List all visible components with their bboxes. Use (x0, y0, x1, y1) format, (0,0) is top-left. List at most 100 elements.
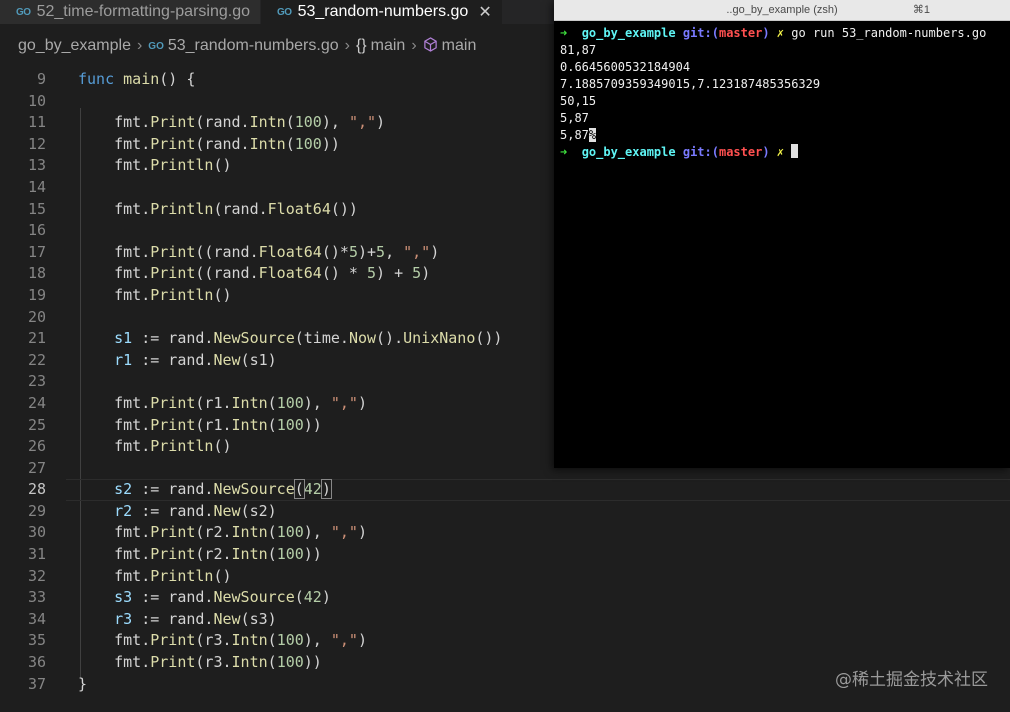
code-token: 100 (276, 545, 304, 564)
breadcrumb-package[interactable]: main (371, 37, 406, 55)
prompt-dirty-icon: ✗ (776, 145, 785, 159)
code-token: ), (303, 393, 331, 412)
line-number: 31 (27, 545, 46, 564)
code-token: fmt. (78, 437, 151, 456)
code-token: Intn (231, 631, 268, 650)
namespace-braces-icon: {} (355, 37, 367, 54)
code-token: := rand. (132, 609, 214, 628)
code-token: (s2) (240, 501, 277, 520)
code-token: } (78, 674, 88, 693)
code-token: Intn (249, 134, 286, 153)
code-line[interactable]: 34 r3 := rand.New(s3) (0, 609, 1010, 631)
code-token: fmt. (78, 393, 151, 412)
code-token: := rand. (132, 350, 214, 369)
prompt-arrow-icon: ➜ (560, 145, 568, 159)
code-token: ()) (330, 199, 358, 218)
line-text: s3 := rand.NewSource(42) (78, 587, 331, 609)
tab-time-formatting-parsing[interactable]: GO 52_time-formatting-parsing.go (0, 0, 261, 24)
code-token: (time. (294, 329, 349, 348)
terminal-prompt-line: ➜ go_by_example git:(master) ✗ go run 53… (560, 25, 1010, 42)
code-token: s2 (78, 480, 133, 499)
code-token: (r3. (195, 631, 232, 650)
prompt-branch: master (718, 26, 763, 40)
code-line[interactable]: 31 fmt.Print(r2.Intn(100)) (0, 544, 1010, 566)
code-token: New (213, 350, 241, 369)
code-token: ()* (321, 242, 349, 261)
code-token: ( (285, 113, 295, 132)
line-text: fmt.Print((rand.Float64()*5)+5, ",") (78, 242, 439, 264)
code-line[interactable]: 35 fmt.Print(r3.Intn(100), ",") (0, 630, 1010, 652)
code-token: ) (357, 631, 367, 650)
code-token: fmt. (78, 199, 151, 218)
code-token: () * (321, 264, 367, 283)
line-text: fmt.Print(r3.Intn(100)) (78, 652, 322, 674)
code-token: fmt. (78, 285, 151, 304)
code-token: 42 (303, 480, 322, 499)
code-line[interactable]: 32 fmt.Println() (0, 566, 1010, 588)
line-text: fmt.Println() (78, 566, 232, 588)
code-token: (r1. (195, 393, 232, 412)
tab-label: 53_random-numbers.go (297, 3, 469, 20)
code-token: UnixNano (403, 329, 476, 348)
code-token: 5 (376, 242, 386, 261)
code-token: r3 (78, 609, 133, 628)
code-token: ((rand. (195, 264, 259, 283)
code-token: (rand. (213, 199, 268, 218)
code-token: (s1) (240, 350, 277, 369)
terminal-output-line: 7.1885709359349015,7.123187485356329 (560, 77, 821, 91)
line-text: fmt.Println(rand.Float64()) (78, 199, 358, 221)
code-token: (r2. (195, 523, 232, 542)
breadcrumb-file[interactable]: 53_random-numbers.go (168, 37, 339, 55)
code-token: fmt. (78, 566, 151, 585)
code-token: ( (267, 545, 277, 564)
code-token: 100 (294, 134, 322, 153)
code-token: 5 (412, 264, 422, 283)
line-text: fmt.Print(rand.Intn(100), ",") (78, 112, 385, 134)
code-line[interactable]: 30 fmt.Print(r2.Intn(100), ",") (0, 522, 1010, 544)
close-icon[interactable]: ✕ (478, 2, 491, 22)
breadcrumb-folder[interactable]: go_by_example (18, 37, 131, 55)
code-token: "," (330, 393, 358, 412)
code-token: NewSource (213, 329, 295, 348)
line-text: fmt.Print(r1.Intn(100), ",") (78, 393, 367, 415)
code-token: New (213, 501, 241, 520)
chevron-right-icon: › (411, 37, 417, 54)
line-text: fmt.Println() (78, 155, 231, 177)
code-token: Println (150, 285, 214, 304)
code-token: ()) (475, 329, 503, 348)
terminal-output[interactable]: ➜ go_by_example git:(master) ✗ go run 53… (554, 21, 1010, 161)
code-line[interactable]: 33 s3 := rand.NewSource(42) (0, 587, 1010, 609)
terminal-window[interactable]: ..go_by_example (zsh) ⌘1 ➜ go_by_example… (554, 0, 1010, 468)
code-token: ( (267, 415, 277, 434)
watermark: @稀土掘金技术社区 (835, 670, 988, 690)
prompt-git: git:( (682, 26, 719, 40)
tab-random-numbers[interactable]: GO 53_random-numbers.go ✕ (261, 0, 503, 24)
code-token: (r3. (195, 653, 232, 672)
code-token: "," (348, 113, 377, 132)
code-token: fmt. (78, 653, 151, 672)
line-text: fmt.Println() (78, 285, 231, 307)
code-token: 5 (348, 242, 358, 261)
code-line[interactable]: 29 r2 := rand.New(s2) (0, 501, 1010, 523)
code-token: () (213, 566, 232, 585)
code-token: (). (376, 329, 404, 348)
line-number: 29 (27, 501, 46, 520)
code-token: fmt. (78, 113, 151, 132)
code-token: func (78, 70, 124, 88)
breadcrumb-function[interactable]: main (442, 37, 477, 55)
code-token: 42 (303, 588, 322, 607)
code-token: Intn (231, 415, 268, 434)
terminal-cursor[interactable] (791, 144, 799, 158)
terminal-title-bar[interactable]: ..go_by_example (zsh) ⌘1 (554, 0, 1010, 21)
code-line[interactable]: 28 s2 := rand.NewSource(42) (0, 479, 1010, 501)
code-token: Println (150, 199, 214, 218)
code-token: ) (376, 113, 386, 132)
code-token: r1 (78, 350, 133, 369)
code-token: ), (321, 113, 349, 132)
line-text: fmt.Print((rand.Float64() * 5) + 5) (78, 263, 430, 285)
prompt-arrow-icon: ➜ (560, 26, 568, 40)
code-token: () { (159, 70, 196, 88)
code-token: fmt. (78, 134, 151, 153)
code-token: ) (430, 242, 440, 261)
code-token: Println (150, 156, 214, 175)
